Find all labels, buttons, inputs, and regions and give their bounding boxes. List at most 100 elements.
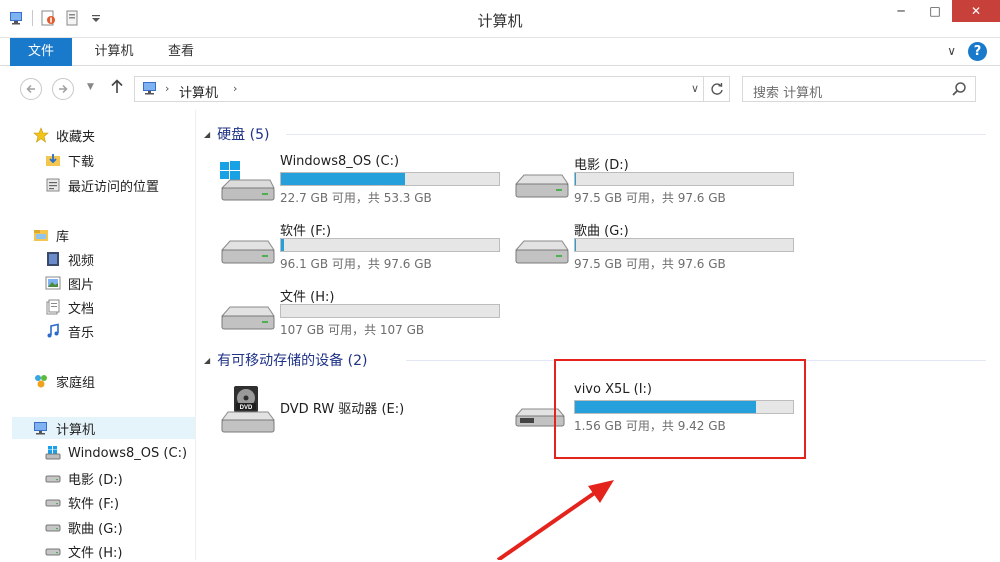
back-button[interactable] (20, 78, 42, 100)
title-bar: 计算机 ─ □ ✕ (0, 0, 1000, 38)
star-icon (32, 126, 50, 144)
homegroup-icon (32, 372, 50, 390)
download-folder-icon (44, 151, 62, 169)
maximize-button[interactable]: □ (918, 0, 952, 22)
breadcrumb-computer[interactable]: 计算机 (179, 82, 218, 101)
drive-usage-bar (280, 172, 500, 186)
sidebar-item-label: 计算机 (56, 419, 95, 438)
sidebar-item-label: 收藏夹 (56, 126, 95, 145)
library-icon (32, 226, 50, 244)
group-header-hard-disks[interactable]: ◢ 硬盘 (5) (204, 124, 269, 144)
drive-h[interactable]: 文件 (H:) 107 GB 可用，共 107 GB (218, 286, 508, 346)
search-placeholder: 搜索 计算机 (753, 82, 822, 101)
up-button[interactable] (110, 78, 124, 98)
sidebar-item-label: 软件 (F:) (68, 493, 119, 512)
drive-name: Windows8_OS (C:) (280, 154, 399, 169)
drive-free-space: 97.5 GB 可用，共 97.6 GB (574, 189, 726, 206)
sidebar-item-recent-places[interactable]: 最近访问的位置 (44, 174, 159, 196)
tab-file[interactable]: 文件 (10, 38, 72, 66)
drive-e-dvd[interactable]: DVD DVD RW 驱动器 (E:) (218, 382, 508, 442)
hard-drive-icon (44, 542, 62, 560)
drive-d[interactable]: 电影 (D:) 97.5 GB 可用，共 97.6 GB (512, 154, 802, 214)
sidebar-item-label: 音乐 (68, 322, 94, 341)
sidebar-item-label: Windows8_OS (C:) (68, 446, 187, 461)
sidebar-item-label: 家庭组 (56, 372, 95, 391)
sidebar-item-favorites[interactable]: 收藏夹 (32, 124, 95, 146)
forward-button[interactable] (52, 78, 74, 100)
sidebar-item-drive-g[interactable]: 歌曲 (G:) (44, 516, 123, 538)
minimize-button[interactable]: ─ (884, 0, 918, 22)
search-input[interactable]: 搜索 计算机 (742, 76, 976, 102)
group-title: 硬盘 (5) (217, 124, 269, 144)
group-divider (286, 134, 986, 135)
pictures-icon (44, 274, 62, 292)
up-arrow-icon (110, 78, 124, 94)
hard-drive-icon (44, 518, 62, 536)
recent-places-icon (44, 176, 62, 194)
drive-free-space: 22.7 GB 可用，共 53.3 GB (280, 189, 432, 206)
forward-arrow-icon (57, 83, 69, 95)
drive-c[interactable]: Windows8_OS (C:) 22.7 GB 可用，共 53.3 GB (218, 154, 508, 214)
sidebar-item-downloads[interactable]: 下载 (44, 149, 94, 171)
sidebar-item-drive-f[interactable]: 软件 (F:) (44, 491, 119, 513)
recent-locations-icon[interactable]: ▼ (87, 82, 94, 92)
sidebar-item-computer[interactable]: 计算机 (12, 417, 195, 439)
drive-usage-fill (281, 239, 284, 251)
windows-drive-icon (218, 158, 276, 208)
navigation-bar: ▼ › 计算机 › ∨ 搜索 计算机 (0, 66, 1000, 110)
group-header-removable-devices[interactable]: ◢ 有可移动存储的设备 (2) (204, 350, 367, 370)
drive-usage-bar (574, 172, 794, 186)
tab-view[interactable]: 查看 (156, 38, 206, 66)
drive-name: 软件 (F:) (280, 220, 331, 239)
drive-usage-fill (281, 173, 405, 185)
sidebar-item-label: 文件 (H:) (68, 542, 122, 561)
sidebar-item-videos[interactable]: 视频 (44, 248, 94, 270)
drive-name: 歌曲 (G:) (574, 220, 629, 239)
refresh-button[interactable] (703, 77, 729, 101)
hard-drive-icon (512, 224, 570, 274)
sidebar-item-label: 图片 (68, 274, 94, 293)
sidebar-item-drive-h[interactable]: 文件 (H:) (44, 540, 122, 562)
sidebar-item-music[interactable]: 音乐 (44, 320, 94, 342)
collapse-triangle-icon[interactable]: ◢ (204, 356, 210, 365)
ribbon-tabs: 文件 计算机 查看 ∨ ? (0, 38, 1000, 66)
tab-computer[interactable]: 计算机 (84, 38, 144, 66)
sidebar-item-label: 歌曲 (G:) (68, 518, 123, 537)
hard-drive-icon (218, 290, 276, 340)
close-button[interactable]: ✕ (952, 0, 1000, 22)
computer-icon (32, 419, 50, 437)
hard-drive-icon (44, 493, 62, 511)
group-title: 有可移动存储的设备 (2) (217, 350, 367, 370)
breadcrumb-chevron-icon[interactable]: › (233, 82, 237, 95)
window-controls: ─ □ ✕ (884, 0, 1000, 22)
search-icon[interactable] (951, 81, 967, 100)
address-history-dropdown-icon[interactable]: ∨ (691, 82, 699, 95)
drive-name: 电影 (D:) (574, 154, 629, 173)
drive-name: 文件 (H:) (280, 286, 334, 305)
drive-usage-bar (574, 238, 794, 252)
sidebar-item-label: 最近访问的位置 (68, 176, 159, 195)
windows-drive-icon (44, 444, 62, 462)
sidebar-item-label: 下载 (68, 151, 94, 170)
sidebar-item-label: 电影 (D:) (68, 469, 123, 488)
expand-ribbon-icon[interactable]: ∨ (947, 44, 956, 58)
annotation-highlight-box (554, 359, 806, 459)
sidebar-item-homegroup[interactable]: 家庭组 (32, 370, 95, 392)
breadcrumb-chevron-icon[interactable]: › (165, 82, 169, 95)
documents-icon (44, 298, 62, 316)
sidebar-item-documents[interactable]: 文档 (44, 296, 94, 318)
sidebar-item-drive-d[interactable]: 电影 (D:) (44, 467, 123, 489)
dvd-drive-icon: DVD (218, 386, 276, 436)
hard-drive-icon (44, 469, 62, 487)
sidebar-item-pictures[interactable]: 图片 (44, 272, 94, 294)
video-icon (44, 250, 62, 268)
sidebar-item-drive-c[interactable]: Windows8_OS (C:) (44, 442, 187, 464)
sidebar-item-libraries[interactable]: 库 (32, 224, 69, 246)
collapse-triangle-icon[interactable]: ◢ (204, 130, 210, 139)
help-icon[interactable]: ? (968, 42, 987, 61)
address-bar[interactable]: › 计算机 › ∨ (134, 76, 730, 102)
drive-f[interactable]: 软件 (F:) 96.1 GB 可用，共 97.6 GB (218, 220, 508, 280)
drive-g[interactable]: 歌曲 (G:) 97.5 GB 可用，共 97.6 GB (512, 220, 802, 280)
music-note-icon (44, 322, 62, 340)
svg-text:DVD: DVD (240, 405, 253, 411)
